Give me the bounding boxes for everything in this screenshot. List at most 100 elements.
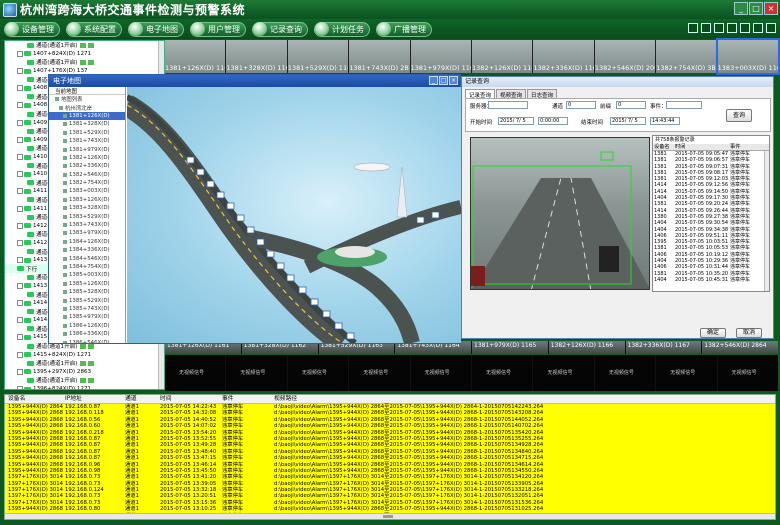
- camera-thumbnail[interactable]: 1382+546X(D) 200: [594, 40, 656, 73]
- layout-1-icon[interactable]: [688, 23, 698, 33]
- minimize-icon[interactable]: _: [429, 76, 438, 85]
- toolbar-button-3[interactable]: 用户管理: [190, 21, 246, 37]
- map-tree-item[interactable]: 1383+979X(D): [49, 229, 125, 237]
- channel-input[interactable]: 0: [566, 101, 596, 109]
- toolbar-button-0[interactable]: 设备管理: [4, 21, 60, 37]
- map-tree-item[interactable]: 杭州湾北岸: [49, 103, 125, 112]
- bridge-map-view[interactable]: [127, 87, 461, 343]
- map-tree-item[interactable]: 1384+546X(D): [49, 254, 125, 262]
- camera-thumbnail-no-signal[interactable]: 无视频信号: [410, 355, 472, 391]
- tree-item[interactable]: 通道(通道1开启): [5, 41, 164, 50]
- expand-icon[interactable]: [17, 50, 23, 57]
- maximize-icon[interactable]: □: [439, 76, 448, 85]
- scroll-grip[interactable]: [383, 515, 393, 518]
- close-icon[interactable]: ×: [449, 76, 458, 85]
- cancel-button[interactable]: 取消: [736, 328, 762, 338]
- layout-36-icon[interactable]: [753, 23, 763, 33]
- camera-thumbnail[interactable]: 1382+126X(D) 1165: [472, 40, 533, 73]
- col-device-name[interactable]: 设备名: [5, 395, 65, 403]
- camera-thumbnail[interactable]: 1382+126X(D) 1166: [548, 341, 625, 354]
- record-list-scrollbar[interactable]: [764, 151, 769, 291]
- toolbar-button-1[interactable]: 系统配置: [66, 21, 122, 37]
- layout-16-icon[interactable]: [727, 23, 737, 33]
- camera-thumbnail-no-signal[interactable]: 无视频信号: [533, 355, 594, 391]
- col-device[interactable]: 设备名: [653, 144, 675, 150]
- tree-item[interactable]: 1415+824X(D) 1271: [5, 350, 164, 359]
- map-tree-item[interactable]: 1386+336X(D): [49, 330, 125, 338]
- expand-icon[interactable]: [17, 102, 23, 109]
- map-tree-item[interactable]: 1381+126X(D): [49, 111, 125, 121]
- map-tree-item[interactable]: 1384+754X(D): [49, 263, 125, 271]
- camera-thumbnail-no-signal[interactable]: 无视频信号: [594, 355, 656, 391]
- camera-thumbnail-no-signal[interactable]: 无视频信号: [472, 355, 533, 391]
- expand-icon[interactable]: [17, 68, 23, 75]
- map-tree-item[interactable]: 地图列表: [49, 95, 125, 103]
- expand-icon[interactable]: [17, 300, 23, 307]
- log-table-scrollbar[interactable]: [5, 513, 775, 519]
- ok-button[interactable]: 确定: [700, 328, 726, 338]
- map-tree-item[interactable]: 1384+126X(D): [49, 238, 125, 246]
- camera-thumbnail-no-signal[interactable]: 无视频信号: [656, 355, 717, 391]
- expand-icon[interactable]: [17, 257, 23, 264]
- expand-icon[interactable]: [17, 334, 23, 341]
- col-channel[interactable]: 通道: [125, 395, 160, 403]
- expand-icon[interactable]: [17, 368, 23, 375]
- camera-thumbnail-no-signal[interactable]: 无视频信号: [165, 355, 226, 391]
- map-tree-item[interactable]: 1384+336X(D): [49, 246, 125, 254]
- expand-icon[interactable]: [17, 188, 23, 195]
- map-tree-item[interactable]: 1383+126X(D): [49, 196, 125, 204]
- expand-icon[interactable]: [17, 136, 23, 143]
- tree-item[interactable]: 1396+824X(D) 1271: [5, 385, 164, 389]
- col-ip[interactable]: IP地址: [65, 395, 125, 403]
- record-window-titlebar[interactable]: 记录查询: [462, 77, 773, 87]
- query-button[interactable]: 查询: [726, 109, 752, 122]
- map-window-titlebar[interactable]: 电子地图 _ □ ×: [49, 75, 460, 87]
- map-tree-item[interactable]: 1385+529X(D): [49, 296, 125, 304]
- camera-thumbnail-no-signal[interactable]: 无视频信号: [349, 355, 410, 391]
- camera-thumbnail[interactable]: 1381+979X(D) 1164: [410, 40, 472, 73]
- camera-thumbnail[interactable]: 1381+979X(D) 1165: [472, 341, 548, 354]
- camera-thumbnail[interactable]: 1382+754X(D) 3B: [656, 40, 717, 73]
- col-event[interactable]: 事件: [222, 395, 274, 403]
- camera-thumbnail[interactable]: 1382+336X(D) 1167: [625, 341, 702, 354]
- toolbar-button-5[interactable]: 计划任务: [314, 21, 370, 37]
- map-tree-item[interactable]: 1381+328X(D): [49, 120, 125, 128]
- record-row[interactable]: 1404 2015-07-05 10:45:31 违章停车: [653, 277, 769, 283]
- fullscreen-icon[interactable]: [766, 23, 776, 33]
- expand-icon[interactable]: [17, 119, 23, 126]
- map-tree-item[interactable]: 1381+529X(D): [49, 129, 125, 137]
- start-date-picker[interactable]: 2015/ 7/ 5: [498, 117, 534, 125]
- tree-item[interactable]: 通道(通道1开启): [5, 58, 164, 67]
- map-tree-item[interactable]: 1382+336X(D): [49, 162, 125, 170]
- map-tree-header[interactable]: 当前地图: [49, 87, 125, 95]
- col-event[interactable]: 事件: [730, 144, 760, 150]
- expand-icon[interactable]: [17, 282, 23, 289]
- expand-icon[interactable]: [17, 351, 23, 358]
- start-time-picker[interactable]: 0:00:00: [538, 117, 568, 125]
- close-icon[interactable]: ×: [764, 2, 778, 15]
- toolbar-button-6[interactable]: 广播管理: [376, 21, 432, 37]
- map-tree-item[interactable]: 1385+003X(D): [49, 271, 125, 279]
- minimize-icon[interactable]: _: [734, 2, 748, 15]
- map-tree-item[interactable]: 1385+126X(D): [49, 280, 125, 288]
- expand-icon[interactable]: [17, 386, 23, 389]
- col-time[interactable]: 时间: [160, 395, 222, 403]
- toolbar-button-2[interactable]: 电子地图: [128, 21, 184, 37]
- server-select[interactable]: [488, 101, 528, 109]
- tree-item[interactable]: 1395+297X(D) 2863: [5, 368, 164, 377]
- expand-icon[interactable]: [17, 85, 23, 92]
- maximize-icon[interactable]: □: [749, 2, 763, 15]
- camera-thumbnail[interactable]: 1381+126X(D) 1161: [165, 40, 226, 73]
- map-tree-item[interactable]: 1383+743X(D): [49, 221, 125, 229]
- camera-thumbnail-no-signal[interactable]: 无视频信号: [287, 355, 349, 391]
- map-tree-item[interactable]: 1381+979X(D): [49, 145, 125, 153]
- camera-thumbnail[interactable]: 1381+328X(D) 1162: [226, 40, 287, 73]
- map-tree-item[interactable]: 1386+546X(D): [49, 338, 125, 343]
- expand-icon[interactable]: [17, 222, 23, 229]
- col-time[interactable]: 时间: [675, 144, 730, 150]
- expand-icon[interactable]: [17, 154, 23, 161]
- record-video-player[interactable]: [470, 137, 650, 290]
- camera-thumbnail-no-signal[interactable]: 无视频信号: [226, 355, 287, 391]
- camera-thumbnail[interactable]: 1383+003X(D) 1167: [715, 38, 780, 75]
- layout-9-icon[interactable]: [714, 23, 724, 33]
